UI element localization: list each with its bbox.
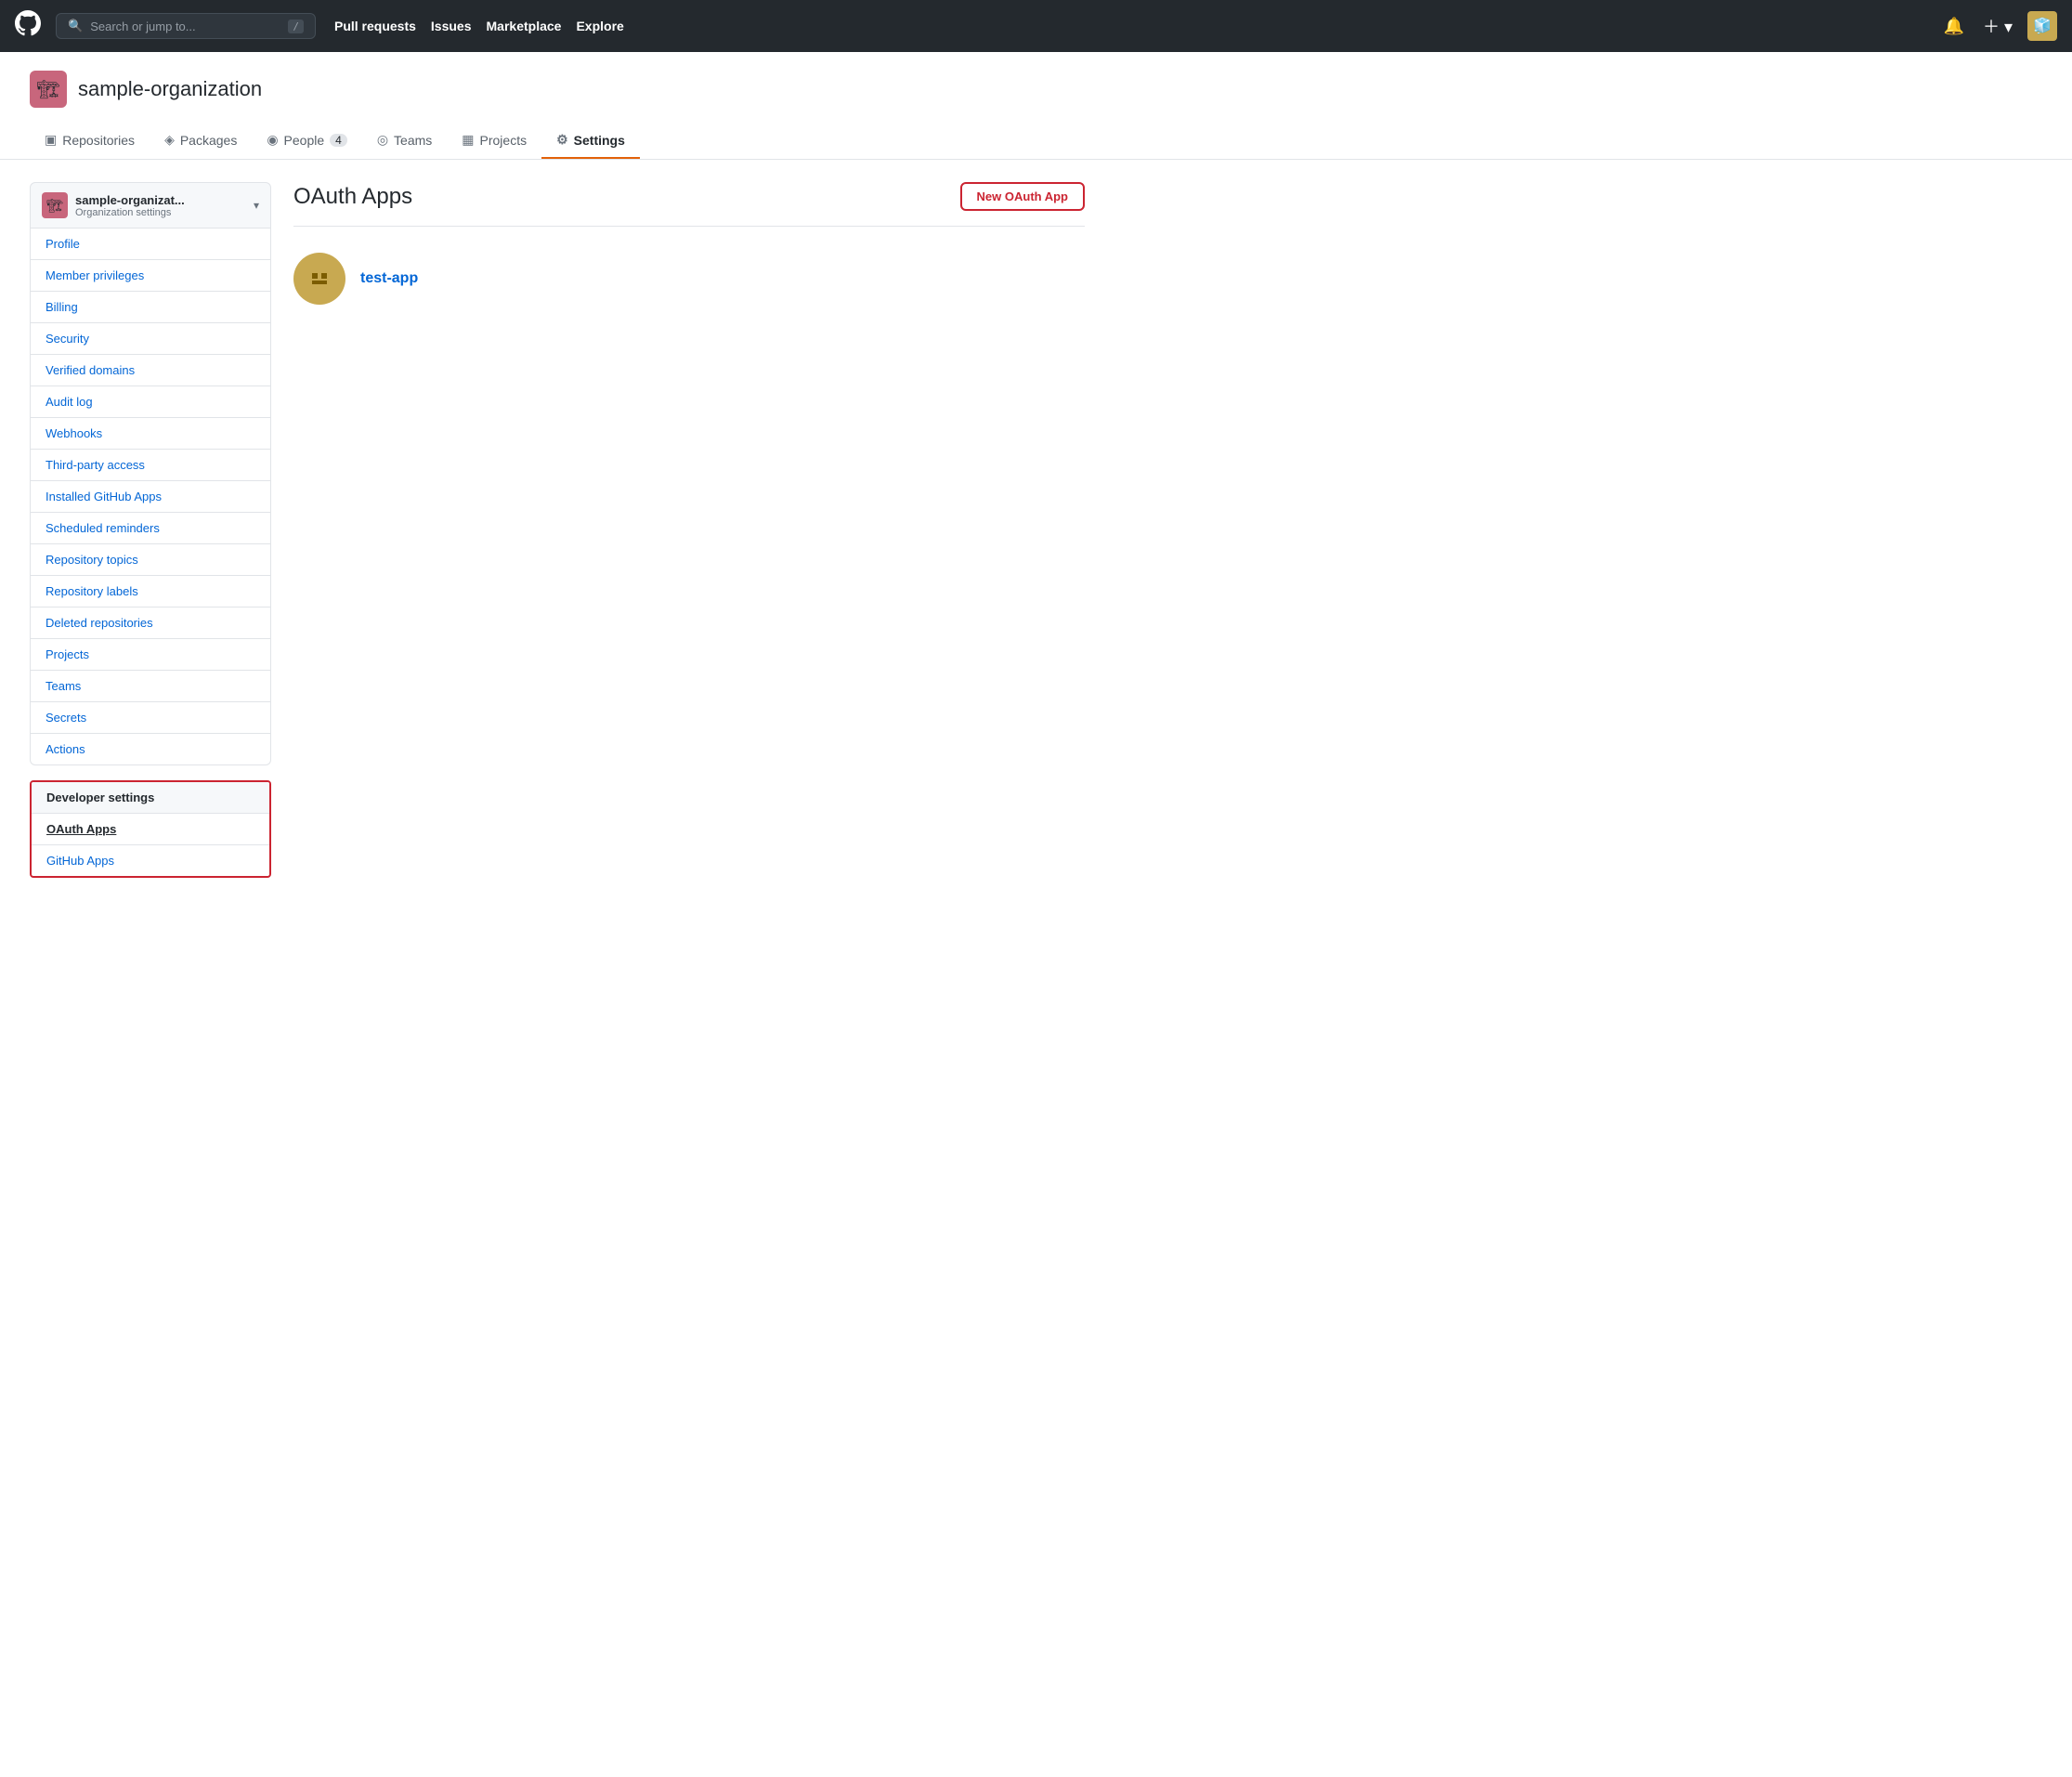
new-oauth-app-button[interactable]: New OAuth App — [960, 182, 1085, 211]
app-list-item: test-app — [293, 242, 1085, 316]
sidebar-org-name: sample-organizat... — [75, 193, 246, 207]
search-kbd: / — [288, 20, 304, 33]
sidebar-item-secrets[interactable]: Secrets — [31, 702, 270, 734]
create-button[interactable]: ＋ ▾ — [1979, 10, 2016, 42]
sidebar-item-actions[interactable]: Actions — [31, 734, 270, 764]
sidebar-item-security[interactable]: Security — [31, 323, 270, 355]
sidebar-org-sub: Organization settings — [75, 207, 246, 218]
explore-link[interactable]: Explore — [576, 19, 623, 33]
org-tabs: ▣ Repositories ◈ Packages ◉ People 4 ◎ T… — [30, 123, 2042, 159]
sidebar-item-scheduled-reminders[interactable]: Scheduled reminders — [31, 513, 270, 544]
settings-icon: ⚙ — [556, 132, 568, 148]
content-header: OAuth Apps New OAuth App — [293, 182, 1085, 227]
tab-teams-label: Teams — [394, 133, 432, 148]
sidebar-item-verified-domains[interactable]: Verified domains — [31, 355, 270, 386]
tab-people[interactable]: ◉ People 4 — [252, 123, 362, 159]
tab-packages-label: Packages — [180, 133, 237, 148]
sidebar-item-oauth-apps[interactable]: OAuth Apps — [32, 814, 269, 845]
sidebar-org-header[interactable]: 🏗 sample-organizat... Organization setti… — [30, 182, 271, 229]
people-badge: 4 — [330, 134, 347, 147]
app-icon — [293, 253, 345, 305]
github-logo-icon[interactable] — [15, 10, 41, 43]
issues-link[interactable]: Issues — [431, 19, 472, 33]
sidebar: 🏗 sample-organizat... Organization setti… — [30, 182, 271, 878]
tab-projects-label: Projects — [480, 133, 528, 148]
tab-projects[interactable]: ▦ Projects — [447, 123, 541, 159]
sidebar-nav: Profile Member privileges Billing Securi… — [30, 229, 271, 765]
sidebar-item-projects[interactable]: Projects — [31, 639, 270, 671]
main-layout: 🏗 sample-organizat... Organization setti… — [0, 160, 1114, 900]
tab-teams[interactable]: ◎ Teams — [362, 123, 447, 159]
sidebar-item-installed-github-apps[interactable]: Installed GitHub Apps — [31, 481, 270, 513]
repositories-icon: ▣ — [45, 132, 57, 148]
sidebar-org-avatar: 🏗 — [42, 192, 68, 218]
sidebar-org-info: sample-organizat... Organization setting… — [75, 193, 246, 218]
main-content: OAuth Apps New OAuth App test-app — [293, 182, 1085, 878]
sidebar-item-billing[interactable]: Billing — [31, 292, 270, 323]
org-title-row: 🏗 sample-organization — [30, 71, 2042, 108]
sidebar-item-repository-labels[interactable]: Repository labels — [31, 576, 270, 608]
tab-people-label: People — [284, 133, 325, 148]
page-title: OAuth Apps — [293, 184, 412, 210]
sidebar-item-third-party-access[interactable]: Third-party access — [31, 450, 270, 481]
user-avatar[interactable]: 🧊 — [2027, 11, 2057, 41]
org-header: 🏗 sample-organization ▣ Repositories ◈ P… — [0, 52, 2072, 160]
sidebar-item-member-privileges[interactable]: Member privileges — [31, 260, 270, 292]
developer-settings-section: Developer settings OAuth Apps GitHub App… — [30, 780, 271, 878]
topnav-links: Pull requests Issues Marketplace Explore — [334, 19, 624, 33]
tab-settings-label: Settings — [574, 133, 625, 148]
sidebar-item-repository-topics[interactable]: Repository topics — [31, 544, 270, 576]
tab-settings[interactable]: ⚙ Settings — [541, 123, 640, 159]
teams-icon: ◎ — [377, 132, 388, 148]
developer-settings-header: Developer settings — [32, 782, 269, 814]
tab-repositories-label: Repositories — [62, 133, 135, 148]
pullrequests-link[interactable]: Pull requests — [334, 19, 416, 33]
sidebar-item-github-apps[interactable]: GitHub Apps — [32, 845, 269, 876]
app-name-link[interactable]: test-app — [360, 270, 418, 287]
chevron-down-icon: ▾ — [254, 199, 259, 212]
projects-icon: ▦ — [462, 132, 474, 148]
sidebar-item-profile[interactable]: Profile — [31, 229, 270, 260]
top-navigation: 🔍 Search or jump to... / Pull requests I… — [0, 0, 2072, 52]
org-name: sample-organization — [78, 77, 262, 101]
topnav-right: 🔔 ＋ ▾ 🧊 — [1940, 10, 2057, 42]
sidebar-item-webhooks[interactable]: Webhooks — [31, 418, 270, 450]
people-icon: ◉ — [267, 132, 278, 148]
search-placeholder: Search or jump to... — [90, 20, 195, 33]
notifications-button[interactable]: 🔔 — [1940, 13, 1968, 40]
tab-packages[interactable]: ◈ Packages — [150, 123, 252, 159]
search-input[interactable]: 🔍 Search or jump to... / — [56, 13, 316, 39]
packages-icon: ◈ — [164, 132, 175, 148]
sidebar-item-deleted-repositories[interactable]: Deleted repositories — [31, 608, 270, 639]
org-avatar: 🏗 — [30, 71, 67, 108]
sidebar-item-audit-log[interactable]: Audit log — [31, 386, 270, 418]
search-icon: 🔍 — [68, 19, 83, 33]
tab-repositories[interactable]: ▣ Repositories — [30, 123, 150, 159]
sidebar-item-teams[interactable]: Teams — [31, 671, 270, 702]
marketplace-link[interactable]: Marketplace — [487, 19, 562, 33]
